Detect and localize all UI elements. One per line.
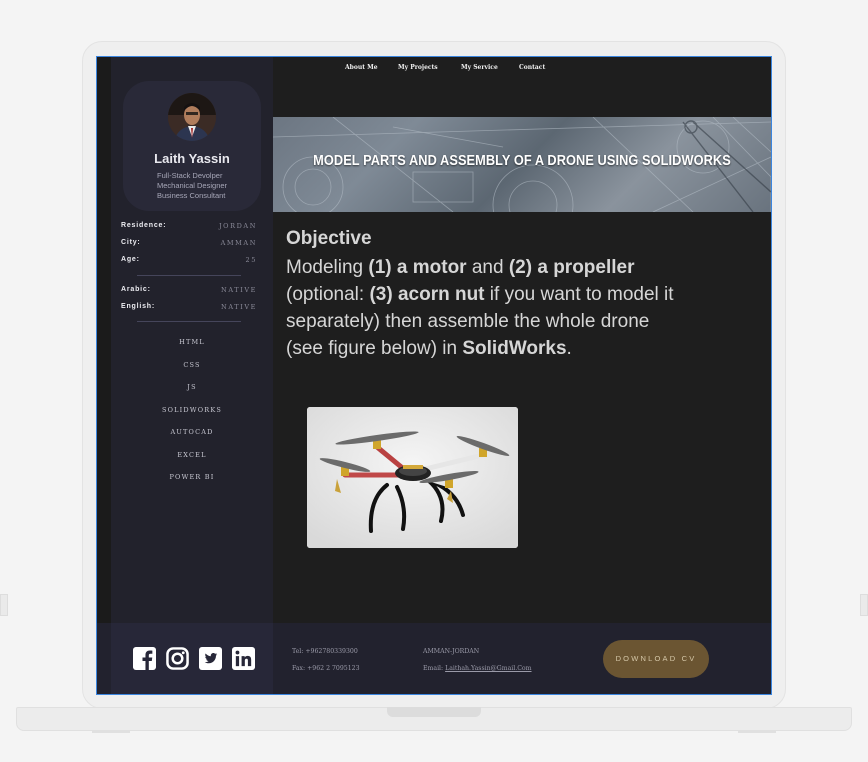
profile-name: Laith Yassin: [154, 151, 230, 166]
nav-about-me[interactable]: About Me: [345, 64, 378, 71]
objective-heading: Objective: [286, 228, 372, 249]
footer-location: AMMAN-JORDAN: [423, 648, 480, 655]
role-line-2: Mechanical Designer: [157, 181, 228, 190]
language-label: English:: [121, 303, 156, 310]
info-label: Residence:: [121, 222, 167, 229]
info-value: 25: [245, 256, 257, 264]
footer-email-label: Email:: [423, 665, 446, 672]
footer-tel: Tel: +962780339300: [292, 648, 358, 655]
objective-body: Modeling (1) a motor and (2) a propeller…: [286, 254, 686, 362]
portfolio-screen: Laith Yassin Full-Stack Devolper Mechani…: [96, 56, 772, 695]
download-cv-button[interactable]: DOWNLOAD CV: [603, 640, 709, 678]
drone-image: [307, 407, 518, 548]
twitter-icon[interactable]: [199, 647, 222, 670]
objective-solidworks: SolidWorks: [462, 338, 567, 359]
right-edge-tab: [860, 594, 868, 616]
social-links: [111, 623, 273, 694]
objective-text: (optional:: [286, 284, 370, 305]
footer-fax: Fax: +962 2 7095123: [292, 665, 360, 672]
divider: [137, 275, 241, 276]
nav-my-service[interactable]: My Service: [461, 64, 498, 71]
info-city: City: AMMAN: [121, 239, 257, 251]
role-line-3: Business Consultant: [157, 191, 226, 200]
language-value: NATIVE: [221, 303, 257, 311]
footer: Tel: +962780339300 Fax: +962 2 7095123 A…: [97, 623, 771, 694]
skill-html: HTML: [179, 338, 205, 346]
page: Laith Yassin Full-Stack Devolper Mechani…: [0, 0, 868, 762]
banner-title: MODEL PARTS AND ASSEMBLY OF A DRONE USIN…: [313, 153, 731, 169]
footer-email: Email: Laithah.Yassin@Gmail.Com: [423, 665, 532, 672]
nav-my-projects[interactable]: My Projects: [398, 64, 438, 71]
objective-motor: (1) a motor: [368, 257, 467, 278]
skill-js: JS: [187, 383, 197, 391]
laptop-foot-left: [92, 730, 130, 733]
info-label: City:: [121, 239, 141, 246]
laptop-foot-right: [738, 730, 776, 733]
profile-card: Laith Yassin Full-Stack Devolper Mechani…: [123, 81, 261, 211]
info-residence: Residence: JORDAN: [121, 222, 257, 234]
footer-email-link[interactable]: Laithah.Yassin@Gmail.Com: [445, 665, 531, 672]
language-label: Arabic:: [121, 286, 151, 293]
skill-autocad: AUTOCAD: [170, 428, 214, 436]
skill-solidworks: SOLIDWORKS: [161, 406, 223, 414]
left-edge-tab: [0, 594, 8, 616]
language-value: NATIVE: [221, 286, 257, 294]
laptop-notch: [387, 707, 481, 717]
role-line-1: Full-Stack Devolper: [157, 171, 223, 180]
screen-edge: [97, 57, 111, 694]
nav-contact[interactable]: Contact: [519, 64, 545, 71]
skill-css: CSS: [183, 361, 201, 369]
objective-text: Modeling: [286, 257, 369, 278]
language-arabic: Arabic: NATIVE: [121, 286, 257, 298]
instagram-icon[interactable]: [166, 647, 189, 670]
project-banner: MODEL PARTS AND ASSEMBLY OF A DRONE USIN…: [273, 117, 771, 212]
facebook-icon[interactable]: [133, 647, 156, 670]
info-value: JORDAN: [218, 222, 257, 230]
skill-power-bi: POWER BI: [169, 473, 215, 481]
sidebar: Laith Yassin Full-Stack Devolper Mechani…: [111, 57, 273, 623]
avatar: [168, 93, 216, 141]
objective-acorn-nut: (3) acorn nut: [369, 284, 485, 305]
linkedin-icon[interactable]: [232, 647, 255, 670]
objective-text: and: [466, 257, 509, 278]
info-age: Age: 25: [121, 256, 257, 268]
objective-propeller: (2) a propeller: [508, 257, 635, 278]
skill-excel: EXCEL: [177, 451, 207, 459]
info-value: AMMAN: [220, 239, 257, 247]
objective-text: .: [566, 338, 572, 359]
info-label: Age:: [121, 256, 140, 263]
language-english: English: NATIVE: [121, 303, 257, 315]
divider: [137, 321, 241, 322]
